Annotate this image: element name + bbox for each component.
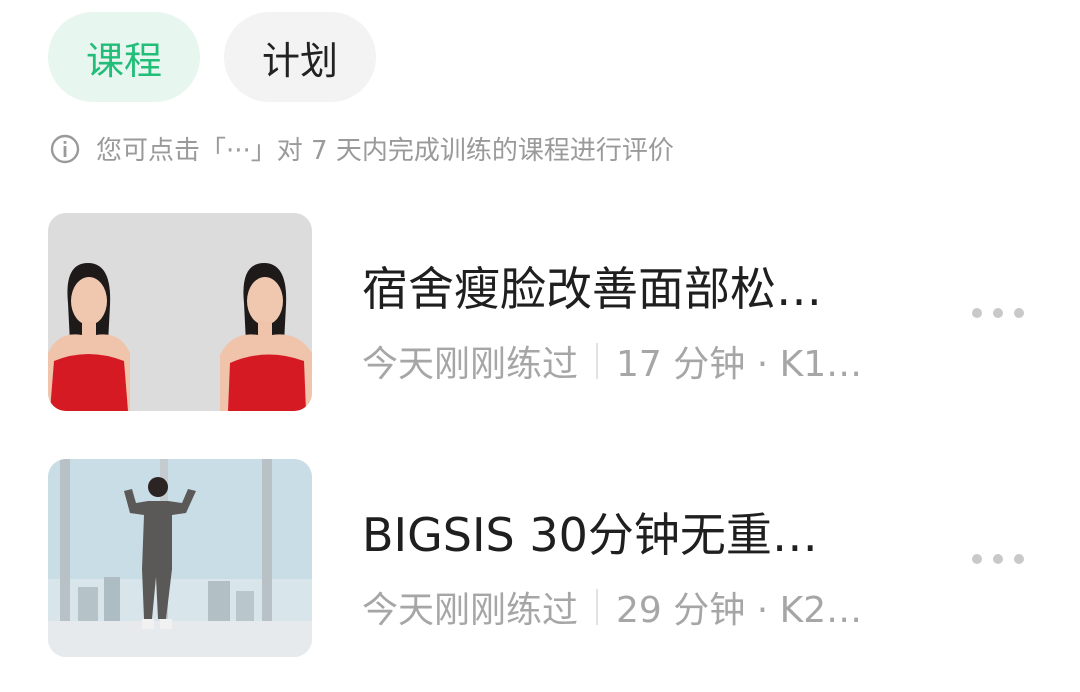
course-details: 17 分钟 · K1…	[616, 344, 863, 385]
dot	[972, 554, 982, 564]
course-details: 29 分钟 · K2…	[616, 590, 863, 631]
rating-hint: 您可点击「···」对 7 天内完成训练的课程进行评价	[50, 130, 674, 167]
dot	[993, 308, 1003, 318]
course-status: 今天刚刚练过	[362, 590, 579, 631]
dot	[1014, 554, 1024, 564]
course-title[interactable]: 宿舍瘦脸改善面部松…	[362, 253, 822, 319]
tab-bar: 课程 计划	[48, 12, 376, 102]
more-options-button[interactable]	[972, 303, 1024, 323]
rating-hint-text: 您可点击「···」对 7 天内完成训练的课程进行评价	[96, 136, 674, 166]
dot	[993, 554, 1003, 564]
tab-plans-label: 计划	[262, 38, 339, 83]
course-meta: 今天刚刚练过 29 分钟 · K2…	[362, 581, 862, 633]
course-thumbnail[interactable]	[48, 213, 312, 411]
dot	[1014, 308, 1024, 318]
course-meta: 今天刚刚练过 17 分钟 · K1…	[362, 335, 862, 387]
course-thumbnail[interactable]	[48, 459, 312, 657]
meta-divider	[596, 589, 599, 625]
tab-plans[interactable]: 计划	[224, 12, 376, 102]
tab-courses-label: 课程	[86, 38, 163, 83]
info-icon	[50, 134, 80, 164]
course-title[interactable]: BIGSIS 30分钟无重…	[362, 499, 818, 565]
course-history-page: 课程 计划 您可点击「···」对 7 天内完成训练的课程进行评价 宿舍瘦脸改善面…	[0, 0, 1080, 692]
more-options-button[interactable]	[972, 549, 1024, 569]
meta-divider	[596, 343, 599, 379]
course-item[interactable]: 宿舍瘦脸改善面部松… 今天刚刚练过 17 分钟 · K1…	[48, 213, 1038, 413]
course-item[interactable]: BIGSIS 30分钟无重… 今天刚刚练过 29 分钟 · K2…	[48, 459, 1038, 659]
course-status: 今天刚刚练过	[362, 344, 579, 385]
tab-courses[interactable]: 课程	[48, 12, 200, 102]
dot	[972, 308, 982, 318]
